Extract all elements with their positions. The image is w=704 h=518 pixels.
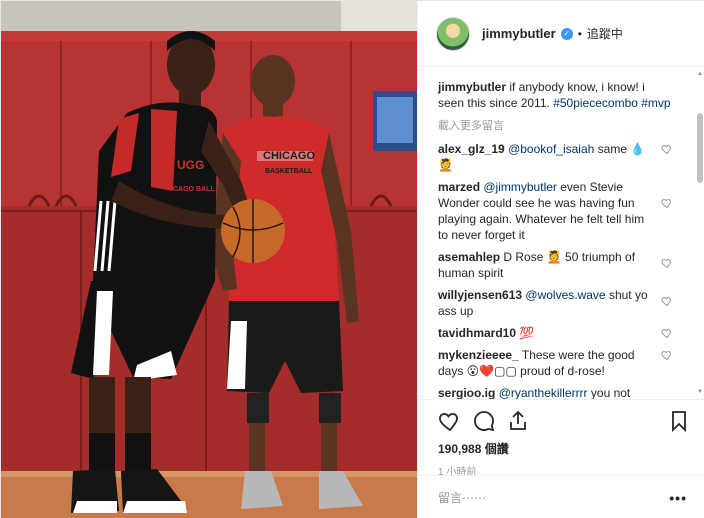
comment-mention[interactable]: @ryanthekillerrrr [499,386,588,399]
comment-username[interactable]: mykenzieeee_ [438,348,519,362]
comment-text: 💯 [519,326,535,340]
comment-bubble-icon[interactable] [472,409,496,433]
comment-mention[interactable]: @bookof_isaiah [508,142,594,156]
post-actions: 190,988 個讚 1 小時前 [418,399,704,478]
comment-username[interactable]: alex_glz_19 [438,142,505,156]
view-count[interactable]: 190,988 個讚 [438,440,691,457]
save-bookmark-icon[interactable] [667,409,691,433]
separator-dot: • [577,26,582,41]
comments-list[interactable]: jimmybutler if anybody know, i know! i s… [418,69,695,399]
comment-username[interactable]: marzed [438,180,480,194]
like-comment-heart-icon[interactable] [661,349,673,361]
like-comment-heart-icon[interactable] [661,197,673,209]
comment-username[interactable]: asemahlep [438,250,500,264]
basketball-practice-photo: CHICAGO BASKETBALL UGG CAGO BALL [1,1,417,518]
comment-mention[interactable]: @wolves.wave [525,288,605,302]
like-comment-heart-icon[interactable] [661,143,673,155]
left-jersey-sub: CAGO BALL [173,186,215,193]
post-photo[interactable]: CHICAGO BASKETBALL UGG CAGO BALL [1,1,417,518]
like-comment-heart-icon[interactable] [661,257,673,269]
like-heart-icon[interactable] [438,409,462,433]
comment-username[interactable]: sergioo.ig [438,386,495,399]
basketball [221,199,285,263]
caption-username[interactable]: jimmybutler [438,80,506,94]
verified-badge-icon: ✓ [560,27,573,40]
comment-item: marzed @jimmybutler even Stevie Wonder c… [438,179,677,243]
comment-item: willyjensen613 @wolves.wave shut yo ass … [438,287,677,319]
comment-item: tavidhmard10 💯 [438,325,677,341]
caption-hashtags[interactable]: #50piececombo #mvp [553,96,670,110]
comment-item: asemahlep D Rose 💆 50 triumph of human s… [438,249,677,281]
comments-scrollbar[interactable]: ▲ ▼ [697,71,703,395]
load-more-comments[interactable]: 載入更多留言 [438,117,677,133]
avatar[interactable] [436,16,470,51]
comment-mention[interactable]: @jimmybutler [483,180,557,194]
instagram-post-view: CHICAGO BASKETBALL UGG CAGO BALL jimmybu… [0,0,704,518]
add-comment-bar: 留言⋯⋯ ••• [418,475,704,518]
comment-username[interactable]: willyjensen613 [438,288,522,302]
scroll-up-arrow-icon[interactable]: ▲ [697,71,703,77]
scroll-down-arrow-icon[interactable]: ▼ [697,389,703,395]
comment-item: sergioo.ig @ryanthekillerrrr you not fro… [438,385,677,399]
right-jersey-text: CHICAGO [263,150,315,162]
add-comment-input[interactable]: 留言⋯⋯ [438,489,669,506]
post-caption: jimmybutler if anybody know, i know! i s… [438,79,677,111]
like-comment-heart-icon[interactable] [661,327,673,339]
right-jersey-sub: BASKETBALL [265,168,313,175]
comment-item: mykenzieeee_ These were the good days 😮❤… [438,347,677,379]
more-options-icon[interactable]: ••• [669,490,687,506]
action-icons-row [438,406,691,436]
comment-username[interactable]: tavidhmard10 [438,326,516,340]
post-header: jimmybutler ✓ • 追蹤中 [418,1,704,67]
like-comment-heart-icon[interactable] [661,295,673,307]
scrollbar-thumb[interactable] [697,113,703,183]
post-username[interactable]: jimmybutler [482,26,556,41]
comment-item: alex_glz_19 @bookof_isaiah same 💧💆 [438,141,677,173]
share-upload-icon[interactable] [506,409,530,433]
post-sidebar: jimmybutler ✓ • 追蹤中 jimmybutler if anybo… [417,1,704,518]
following-button[interactable]: 追蹤中 [587,25,623,42]
left-jersey-text: UGG [177,158,204,172]
